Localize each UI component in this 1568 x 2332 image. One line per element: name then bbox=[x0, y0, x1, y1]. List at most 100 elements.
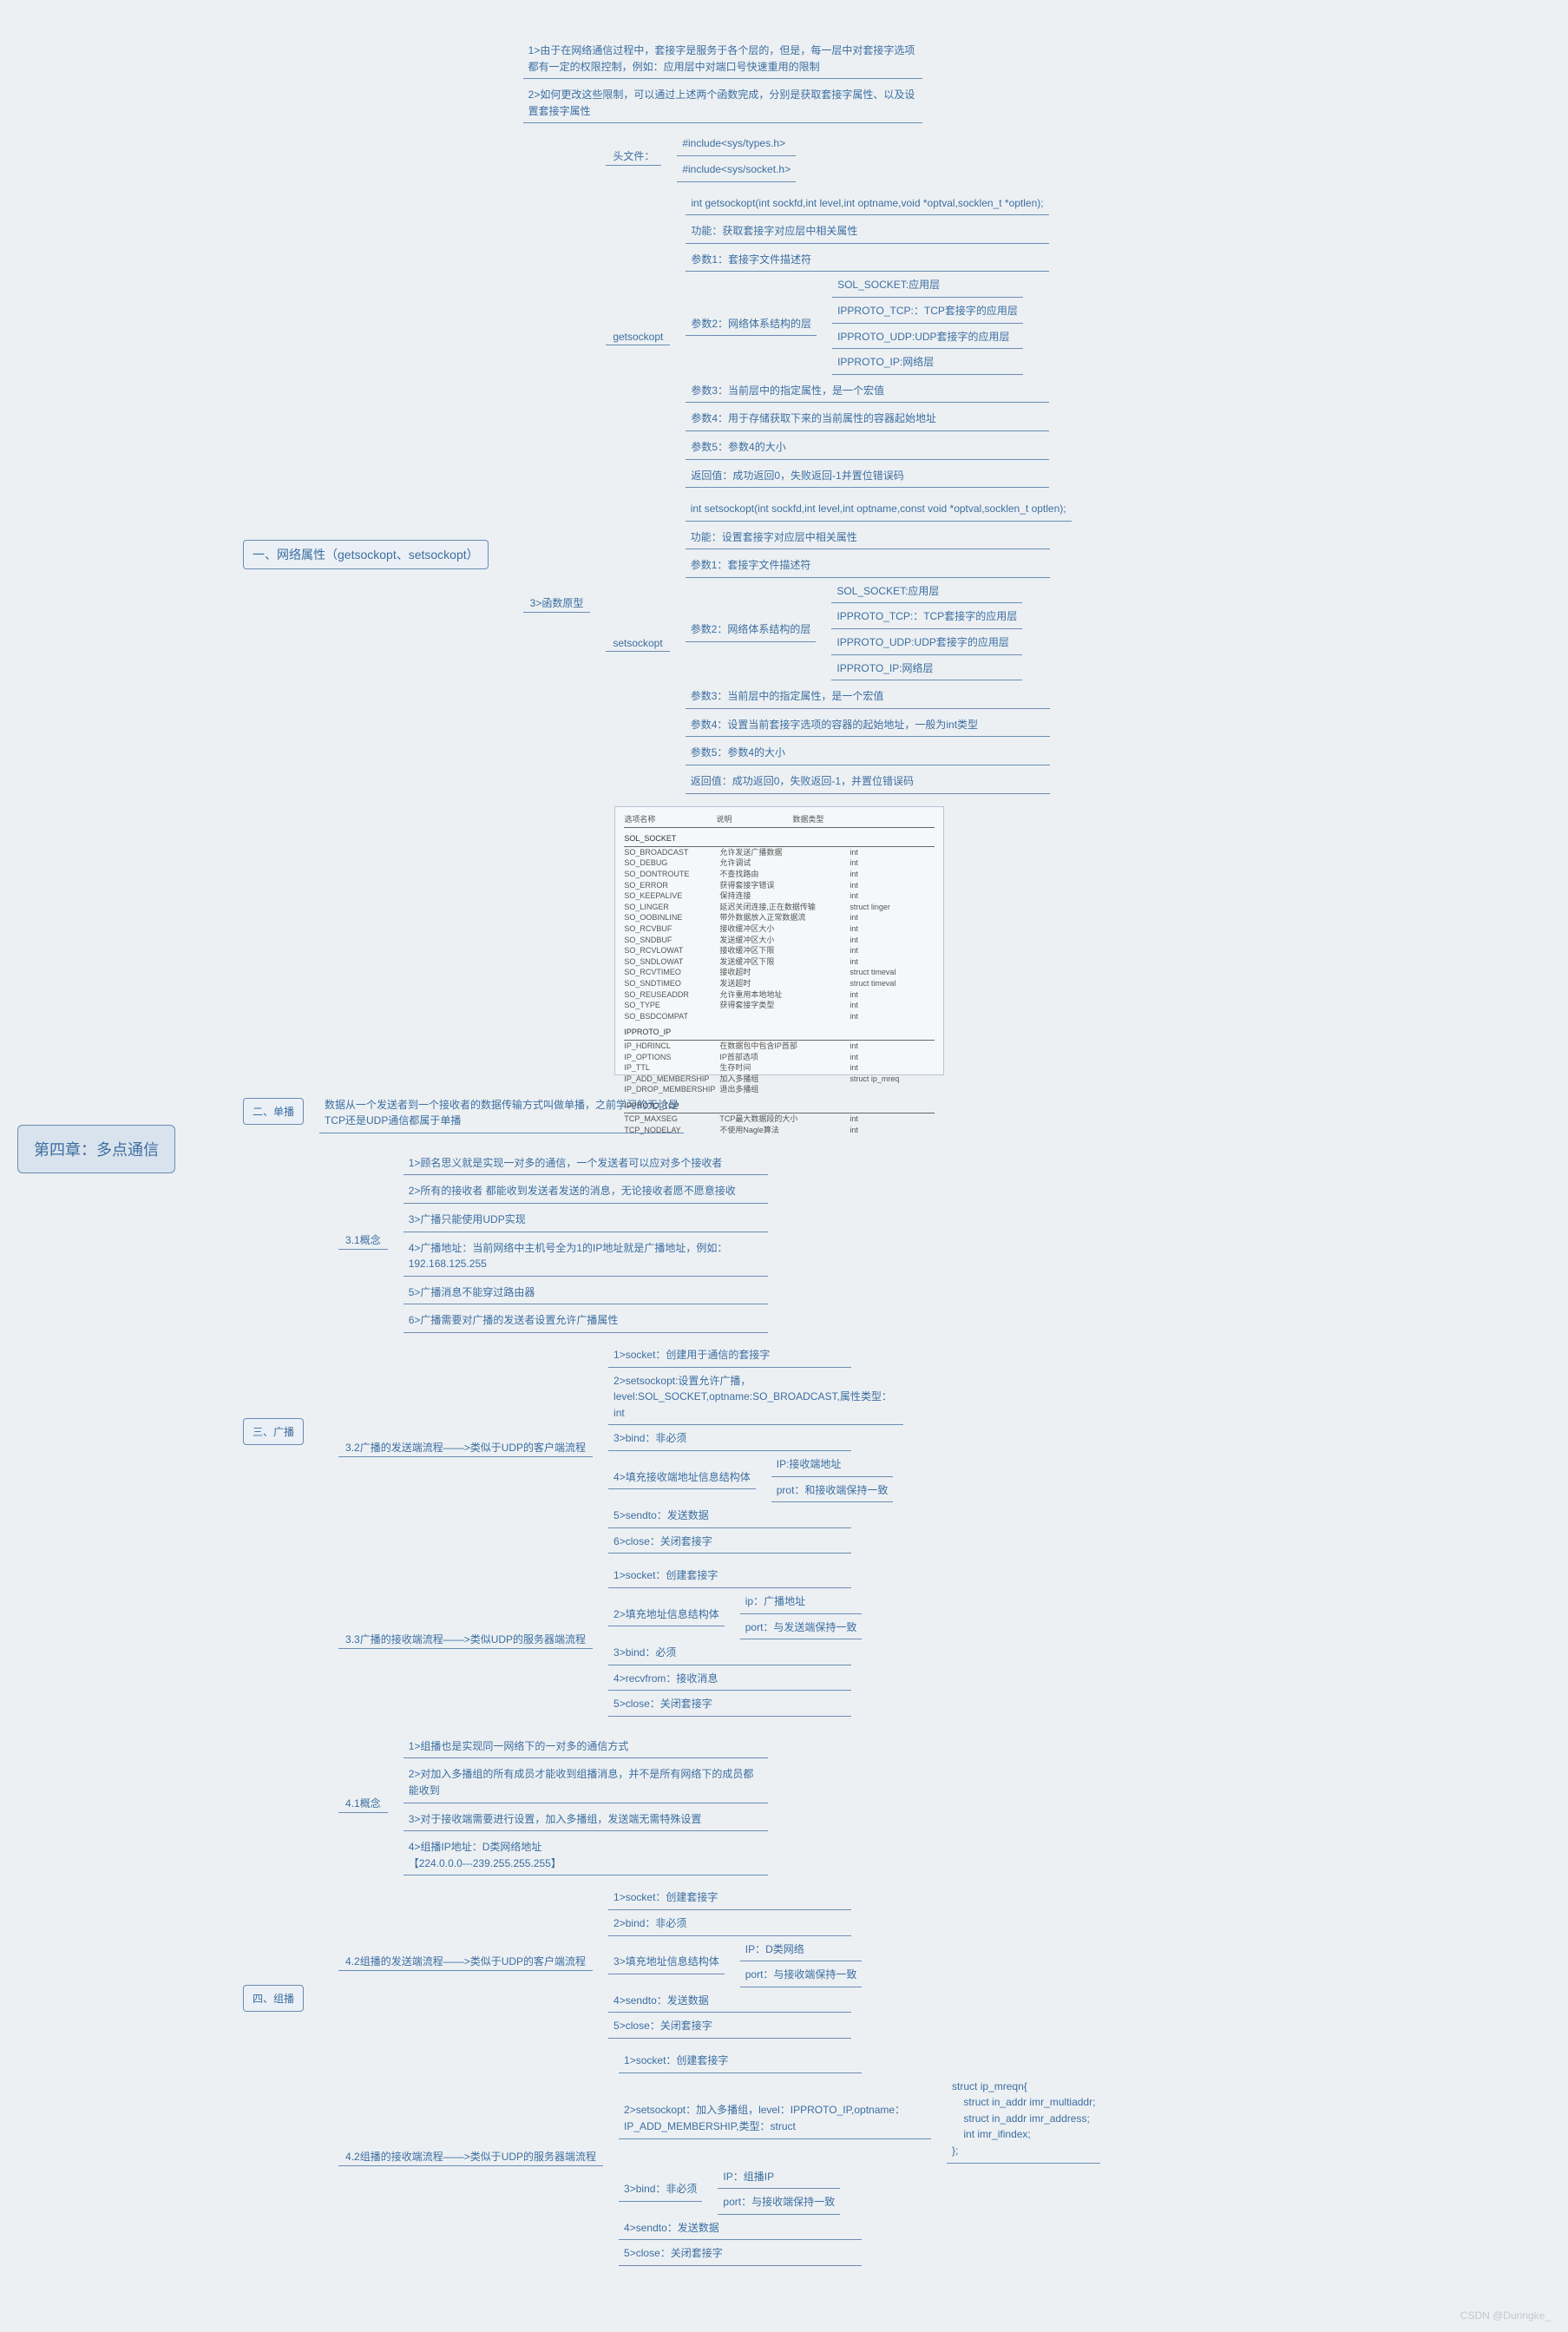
section-3-title[interactable]: 三、广播 bbox=[243, 1418, 304, 1445]
c42-i1: 1>socket：创建套接字 bbox=[608, 1887, 851, 1910]
table-row: SO_ERROR获得套接字错误int bbox=[624, 880, 935, 891]
setsockopt-p2-o3: IPPROTO_UDP:UDP套接字的应用层 bbox=[831, 632, 1022, 655]
c31-i6: 6>广播需要对广播的发送者设置允许广播属性 bbox=[403, 1310, 768, 1333]
c42-i2: 2>bind：非必须 bbox=[608, 1913, 851, 1936]
getsockopt-p1: 参数1：套接字文件描述符 bbox=[686, 249, 1048, 273]
setsockopt-p1: 参数1：套接字文件描述符 bbox=[686, 555, 1050, 578]
c32-i1: 1>socket：创建用于通信的套接字 bbox=[608, 1344, 851, 1368]
c33-i5: 5>close：关闭套接字 bbox=[608, 1693, 851, 1717]
setsockopt-sig: int setsockopt(int sockfd,int level,int … bbox=[686, 498, 1072, 522]
th-name: 选项名称 bbox=[624, 814, 655, 825]
c32-s4-1: IP:接收端地址 bbox=[771, 1454, 894, 1477]
section-4-title[interactable]: 四、组播 bbox=[243, 1985, 304, 2012]
s1-note-3-label[interactable]: 3>函数原型 bbox=[523, 594, 591, 613]
s2-note: 数据从一个发送者到一个接收者的数据传输方式叫做单播，之前学习的无论是TCP还是U… bbox=[319, 1094, 684, 1133]
c42-i5: 5>close：关闭套接字 bbox=[608, 2015, 851, 2039]
getsockopt-p2-o2: IPPROTO_TCP:：TCP套接字的应用层 bbox=[832, 300, 1023, 324]
c33-i4: 4>recvfrom：接收消息 bbox=[608, 1668, 851, 1692]
c42-s3-1: IP：D类网络 bbox=[740, 1939, 863, 1962]
section-3: 三、广播 3.1概念 1>顾名思义就是实现一对多的通信，一个发送者可以应对多个接… bbox=[243, 1147, 1551, 1717]
c42-label[interactable]: 4.2组播的发送端流程——>类似于UDP的客户端流程 bbox=[338, 1952, 593, 1971]
c31-i3: 3>广播只能使用UDP实现 bbox=[403, 1209, 768, 1232]
section-1-children: 1>由于在网络通信过程中，套接字是服务于各个层的，但是，每一层中对套接字选项都有… bbox=[523, 35, 1072, 1075]
table-row: SO_RCVLOWAT接收缓冲区下限int bbox=[624, 945, 935, 956]
c43-i3: 3>bind：非必须 bbox=[619, 2178, 702, 2202]
c33-i3: 3>bind：必须 bbox=[608, 1642, 851, 1665]
c32-i5: 5>sendto：发送数据 bbox=[608, 1505, 851, 1528]
table-row: SO_RCVTIMEO接收超时struct timeval bbox=[624, 967, 935, 978]
setsockopt-ret: 返回值：成功返回0，失败返回-1，并置位错误码 bbox=[686, 771, 1050, 794]
table-row: SO_SNDLOWAT发送缓冲区下限int bbox=[624, 956, 935, 968]
getsockopt-p5: 参数5：参数4的大小 bbox=[686, 437, 1048, 460]
setsockopt-p2-o2: IPPROTO_TCP:：TCP套接字的应用层 bbox=[831, 606, 1022, 629]
c41-i2: 2>对加入多播组的所有成员才能收到组播消息，并不是所有网络下的成员都能收到 bbox=[403, 1764, 768, 1803]
table-row: IP_ADD_MEMBERSHIP加入多播组struct ip_mreq bbox=[624, 1074, 935, 1085]
c42-i3: 3>填充地址信息结构体 bbox=[608, 1951, 725, 1974]
getsockopt-p3: 参数3：当前层中的指定属性，是一个宏值 bbox=[686, 380, 1048, 404]
getsockopt-label[interactable]: getsockopt bbox=[606, 329, 670, 345]
table-row: SO_LINGER延迟关闭连接,正在数据传输struct linger bbox=[624, 902, 935, 913]
c32-s4-2: prot：和接收端保持一致 bbox=[771, 1480, 894, 1503]
c43-label[interactable]: 4.2组播的接收端流程——>类似于UDP的服务器端流程 bbox=[338, 2147, 603, 2166]
c32-label[interactable]: 3.2广播的发送端流程——>类似于UDP的客户端流程 bbox=[338, 1438, 593, 1457]
header-file-2: #include<sys/socket.h> bbox=[677, 159, 796, 182]
table-row: SO_SNDBUF发送缓冲区大小int bbox=[624, 935, 935, 946]
table-row: SO_DEBUG允许调试int bbox=[624, 857, 935, 869]
c43-i1: 1>socket：创建套接字 bbox=[619, 2050, 862, 2073]
c31-label[interactable]: 3.1概念 bbox=[338, 1231, 388, 1250]
c43-i4: 4>sendto：发送数据 bbox=[619, 2217, 862, 2241]
getsockopt-p2-o3: IPPROTO_UDP:UDP套接字的应用层 bbox=[832, 326, 1023, 350]
th-desc: 说明 bbox=[716, 814, 732, 825]
c33-i2: 2>填充地址信息结构体 bbox=[608, 1604, 725, 1627]
table-row: SO_KEEPALIVE保持连接int bbox=[624, 890, 935, 902]
table-row: SO_BSDCOMPATint bbox=[624, 1011, 935, 1022]
table-row: SO_SNDTIMEO发送超时struct timeval bbox=[624, 978, 935, 989]
getsockopt-p2-o4: IPPROTO_IP:网络层 bbox=[832, 351, 1023, 375]
s1-note-1: 1>由于在网络通信过程中，套接字是服务于各个层的，但是，每一层中对套接字选项都有… bbox=[523, 40, 922, 79]
c43-i2: 2>setsockopt：加入多播组，level：IPPROTO_IP,optn… bbox=[619, 2099, 931, 2138]
c33-s2-2: port：与发送端保持一致 bbox=[740, 1617, 863, 1640]
section-1: 一、网络属性（getsockopt、setsockopt） 1>由于在网络通信过… bbox=[243, 35, 1551, 1075]
setsockopt-p2-o1: SOL_SOCKET:应用层 bbox=[831, 581, 1022, 604]
getsockopt-p2-o1: SOL_SOCKET:应用层 bbox=[832, 274, 1023, 298]
c43-s2: struct ip_mreqn{ struct in_addr imr_mult… bbox=[947, 2076, 1100, 2164]
root-node[interactable]: 第四章：多点通信 bbox=[17, 1125, 175, 1173]
watermark: CSDN @Duringke_ bbox=[1460, 2309, 1551, 2322]
setsockopt-func: 功能：设置套接字对应层中相关属性 bbox=[686, 527, 1050, 550]
table-row: SO_RCVBUF接收缓冲区大小int bbox=[624, 923, 935, 935]
getsockopt-func: 功能：获取套接字对应层中相关属性 bbox=[686, 220, 1048, 244]
c31-i4: 4>广播地址：当前网络中主机号全为1的IP地址就是广播地址，例如：192.168… bbox=[403, 1238, 768, 1277]
s1-note-2: 2>如何更改这些限制，可以通过上述两个函数完成，分别是获取套接字属性、以及设置套… bbox=[523, 84, 922, 123]
getsockopt-ret: 返回值：成功返回0，失败返回-1并置位错误码 bbox=[686, 465, 1048, 489]
setsockopt-label[interactable]: setsockopt bbox=[606, 635, 669, 652]
tg-1: IPPROTO_IP bbox=[624, 1025, 935, 1041]
c42-s3-2: port：与接收端保持一致 bbox=[740, 1964, 863, 1987]
c31-i1: 1>顾名思义就是实现一对多的通信，一个发送者可以应对多个接收者 bbox=[403, 1153, 768, 1176]
tg-0: SOL_SOCKET bbox=[624, 831, 935, 847]
options-table: 选项名称 说明 数据类型 SOL_SOCKET SO_BROADCAST允许发送… bbox=[614, 806, 944, 1075]
table-row: SO_OOBINLINE带外数据放入正常数据流int bbox=[624, 912, 935, 923]
th-type: 数据类型 bbox=[792, 814, 823, 825]
c33-i1: 1>socket：创建套接字 bbox=[608, 1565, 851, 1588]
table-row: SO_BROADCAST允许发送广播数据int bbox=[624, 847, 935, 858]
c33-label[interactable]: 3.3广播的接收端流程——>类似UDP的服务器端流程 bbox=[338, 1630, 593, 1649]
table-row: SO_TYPE获得套接字类型int bbox=[624, 1000, 935, 1011]
c41-label[interactable]: 4.1概念 bbox=[338, 1794, 388, 1813]
c43-s3-1: IP：组播IP bbox=[718, 2166, 840, 2190]
section-4: 四、组播 4.1概念 1>组播也是实现同一网络下的一对多的通信方式 2>对加入多… bbox=[243, 1731, 1551, 2266]
setsockopt-p2-o4: IPPROTO_IP:网络层 bbox=[831, 658, 1022, 681]
c43-i5: 5>close：关闭套接字 bbox=[619, 2243, 862, 2266]
c32-i3: 3>bind：非必须 bbox=[608, 1428, 851, 1451]
setsockopt-p4: 参数4：设置当前套接字选项的容器的起始地址，一般为int类型 bbox=[686, 714, 1050, 738]
c31-i5: 5>广播消息不能穿过路由器 bbox=[403, 1282, 768, 1305]
table-row: IP_HDRINCL在数据包中包含IP首部int bbox=[624, 1041, 935, 1052]
c33-s2-1: ip：广播地址 bbox=[740, 1591, 863, 1614]
c32-i4: 4>填充接收端地址信息结构体 bbox=[608, 1467, 756, 1490]
getsockopt-p4: 参数4：用于存储获取下来的当前属性的容器起始地址 bbox=[686, 408, 1048, 431]
section-2-title[interactable]: 二、单播 bbox=[243, 1098, 304, 1125]
section-1-title[interactable]: 一、网络属性（getsockopt、setsockopt） bbox=[243, 540, 489, 569]
c41-i1: 1>组播也是实现同一网络下的一对多的通信方式 bbox=[403, 1736, 768, 1759]
setsockopt-p3: 参数3：当前层中的指定属性，是一个宏值 bbox=[686, 686, 1050, 709]
setsockopt-p5: 参数5：参数4的大小 bbox=[686, 742, 1050, 765]
table-row: SO_REUSEADDR允许重用本地地址int bbox=[624, 989, 935, 1001]
